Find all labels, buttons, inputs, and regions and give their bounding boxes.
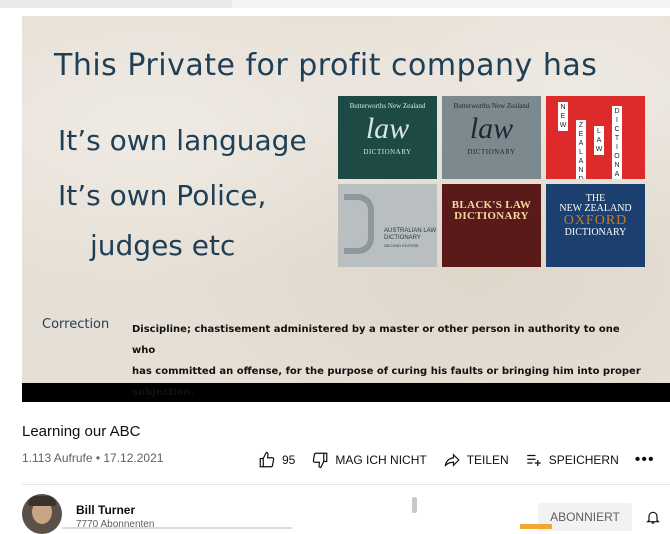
book-title: AUSTRALIAN LAW DICTIONARY SECOND EDITION: [384, 228, 437, 250]
channel-name[interactable]: Bill Turner: [76, 503, 135, 517]
slide-line-2: It’s own Police,: [58, 179, 267, 212]
view-count-date: 1.113 Aufrufe • 17.12.2021: [22, 451, 164, 465]
top-strip: [0, 0, 670, 8]
share-button[interactable]: TEILEN: [443, 451, 509, 469]
book-vertical-letters-new: NEW: [558, 102, 568, 131]
thumbs-down-icon: [313, 452, 328, 469]
correction-definition-line: subjection.: [132, 387, 195, 398]
thumbs-up-icon: [259, 451, 275, 468]
share-label: TEILEN: [466, 453, 509, 467]
book-law-word: law: [469, 112, 514, 145]
progress-accent: [520, 524, 552, 529]
book-cover-blacks-law: BLACK'S LAW DICTIONARY: [442, 184, 541, 267]
book-dictionary-word: DICTIONARY: [363, 148, 412, 156]
book-cover-australian-law: AUSTRALIAN LAW DICTIONARY SECOND EDITION: [338, 184, 437, 267]
book-vertical-letters-zealand: ZEALAND: [576, 120, 586, 179]
book-number-graphic: [344, 194, 374, 254]
video-player[interactable]: This Private for profit company has It’s…: [22, 16, 670, 402]
playlist-add-icon: [526, 454, 541, 466]
dislike-button[interactable]: MAG ICH NICHT: [311, 451, 427, 469]
divider: [22, 484, 670, 485]
book-cover-nz-law-2: Butterworths New Zealand law DICTIONARY: [442, 96, 541, 179]
bell-button[interactable]: [645, 508, 661, 531]
top-strip-light: [232, 0, 670, 8]
more-options-button[interactable]: •••: [635, 451, 655, 469]
slide-line-1: It’s own language: [58, 124, 307, 157]
book-cover-nz-oxford: THE NEW ZEALAND OXFORD DICTIONARY: [546, 184, 645, 267]
like-button[interactable]: 95: [258, 451, 295, 469]
book-dictionary-word: DICTIONARY: [467, 148, 516, 156]
slide-heading: This Private for profit company has: [54, 48, 598, 83]
bell-icon: [646, 511, 660, 524]
book-vertical-letters-law: LAW: [594, 126, 604, 155]
subscribed-button[interactable]: ABONNIERT: [538, 503, 632, 531]
correction-definition-line: Discipline; chastisement administered by…: [132, 324, 620, 356]
more-dots-icon: •••: [634, 451, 655, 468]
book-title: BLACK'S LAW DICTIONARY: [451, 199, 532, 222]
book-edition: SECOND EDITION: [384, 243, 419, 248]
dislike-label: MAG ICH NICHT: [335, 453, 427, 467]
book-law-word: law: [365, 112, 410, 145]
save-button[interactable]: SPEICHERN: [525, 451, 619, 469]
book-title-text: AUSTRALIAN LAW DICTIONARY: [384, 228, 437, 241]
share-arrow-icon: [444, 453, 460, 467]
like-count: 95: [282, 453, 296, 467]
correction-definition: Discipline; chastisement administered by…: [132, 319, 644, 402]
avatar[interactable]: [22, 494, 62, 534]
book-publisher: Butterworths New Zealand: [349, 102, 426, 110]
correction-word: Correction: [42, 317, 110, 332]
video-frame: This Private for profit company has It’s…: [22, 16, 670, 398]
book-vertical-letters-dictionary: DICTIONARY: [612, 106, 622, 179]
slide-line-3: judges etc: [90, 229, 236, 262]
book-cover-nz-law-1: Butterworths New Zealand law DICTIONARY: [338, 96, 437, 179]
avatar-hat: [28, 496, 56, 506]
action-bar: 95 MAG ICH NICHT TEILEN SPEICHERN •••: [258, 449, 655, 471]
book-covers: Butterworths New Zealand law DICTIONARY …: [338, 96, 646, 268]
book-publisher: Butterworths New Zealand: [453, 102, 530, 110]
correction-definition-line: has committed an offense, for the purpos…: [132, 366, 641, 377]
book-oxford: OXFORD: [563, 213, 628, 228]
text-cursor: [412, 497, 417, 513]
save-label: SPEICHERN: [548, 453, 619, 467]
video-title: Learning our ABC: [22, 423, 141, 440]
book-dictionary: DICTIONARY: [564, 227, 627, 238]
book-cover-nz-law-dictionary-red: NEW ZEALAND LAW DICTIONARY: [546, 96, 645, 179]
